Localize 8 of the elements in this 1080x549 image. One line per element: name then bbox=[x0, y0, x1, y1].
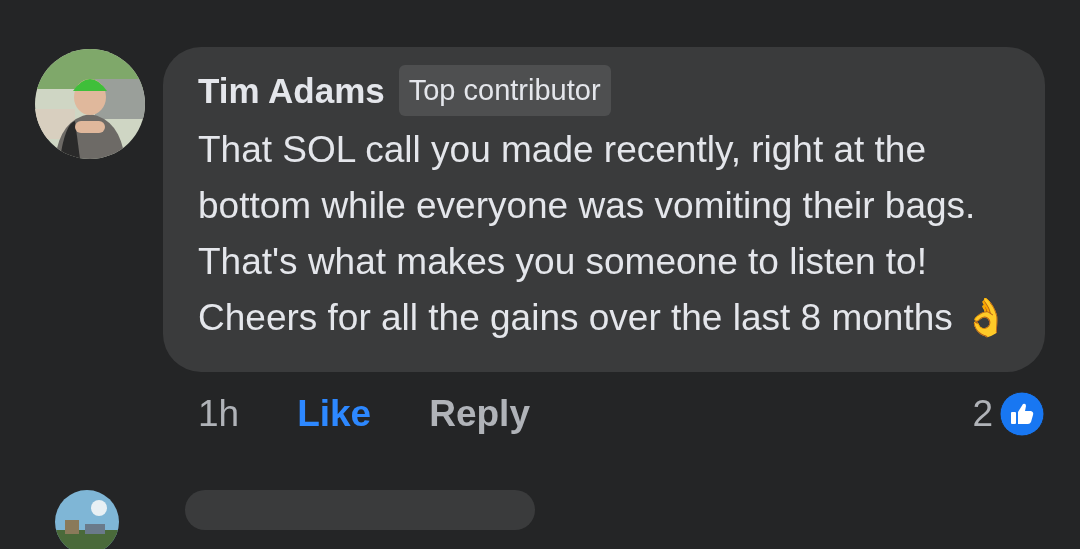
like-button[interactable]: Like bbox=[297, 393, 372, 435]
like-icon[interactable] bbox=[999, 391, 1045, 437]
contributor-badge: Top contributor bbox=[398, 65, 611, 116]
author-name[interactable]: Tim Adams bbox=[198, 70, 385, 111]
reaction-count: 2 bbox=[972, 393, 993, 435]
timestamp: 1h bbox=[198, 393, 240, 435]
reply-button[interactable]: Reply bbox=[429, 393, 530, 435]
comment-text: That SOL call you made recently, right at the bottom while everyone was vomiting their bags. That's what makes you someone to listen to! Cheers for all the gains over the last 8 months 👌 bbox=[198, 128, 1010, 340]
